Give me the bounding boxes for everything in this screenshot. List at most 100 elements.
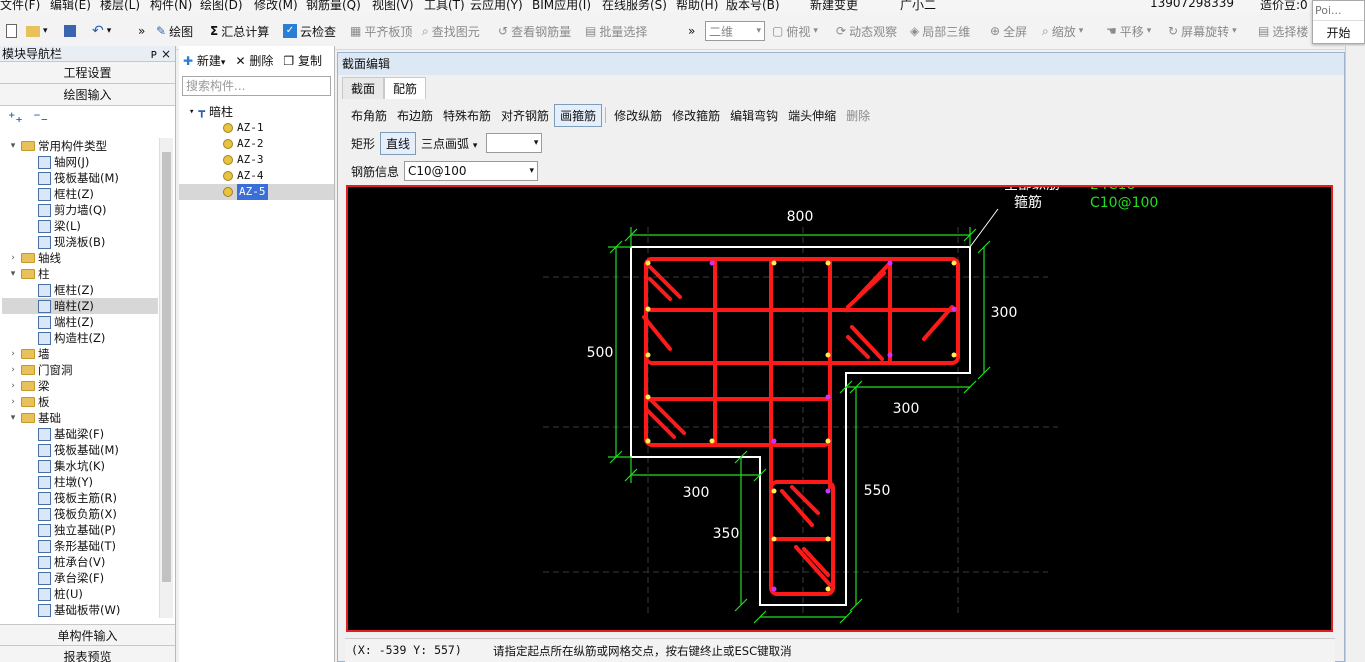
rebar-tool-button[interactable]: 对齐钢筋 <box>496 105 554 126</box>
rebar-tool-button[interactable]: 特殊布筋 <box>438 105 496 126</box>
menu-item-6[interactable]: 钢筋量(Q) <box>306 0 361 12</box>
rebar-tool-button[interactable]: 布角筋 <box>346 105 392 126</box>
rebar-tool-button[interactable]: 编辑弯钩 <box>725 105 783 126</box>
open-file-button[interactable]: ▾ <box>26 21 48 41</box>
project-settings-button[interactable]: 工程设置 <box>0 62 175 84</box>
tree-item[interactable]: › 板 <box>2 394 158 410</box>
expand-toggle-icon[interactable]: › <box>8 362 18 378</box>
toolbar-overflow-2[interactable]: » <box>688 21 695 41</box>
rebar-info-select[interactable]: C10@100 ▾ <box>404 161 539 181</box>
tree-item[interactable]: 剪力墙(Q) <box>2 202 158 218</box>
tree-item[interactable]: 基础板带(W) <box>2 602 158 618</box>
tree-item[interactable]: › 梁 <box>2 378 158 394</box>
menu-item-16[interactable]: 13907298339 <box>1150 0 1234 10</box>
menu-item-5[interactable]: 修改(M) <box>254 0 298 12</box>
menu-item-0[interactable]: 文件(F) <box>0 0 40 12</box>
zoom-button[interactable]: ⌕ 缩放 ▾ <box>1042 21 1083 41</box>
cloud-check-button[interactable]: ✓ 云检查 <box>283 21 336 41</box>
tree-item[interactable]: 框柱(Z) <box>2 186 158 202</box>
tree-item[interactable]: 筏板负筋(X) <box>2 506 158 522</box>
tree-item[interactable]: 筏板基础(M) <box>2 442 158 458</box>
tree-item[interactable]: 条形基础(T) <box>2 538 158 554</box>
tree-item[interactable]: › 门窗洞 <box>2 362 158 378</box>
component-root[interactable]: ▾ ┳ 暗柱 <box>179 104 334 120</box>
menu-item-9[interactable]: 云应用(Y) <box>470 0 523 12</box>
menu-item-2[interactable]: 楼层(L) <box>100 0 140 12</box>
tree-item[interactable]: 现浇板(B) <box>2 234 158 250</box>
collapse-all-icon[interactable]: ⁻₋ <box>33 110 48 126</box>
toolbar-overflow[interactable]: » <box>138 21 145 41</box>
sum-button[interactable]: Σ 汇总计算 <box>210 21 269 41</box>
tree-item[interactable]: 集水坑(K) <box>2 458 158 474</box>
arc-tool-button[interactable]: 三点画弧 ▾ <box>416 133 482 154</box>
flat-top-button[interactable]: ▦ 平齐板顶 <box>350 21 412 41</box>
tree-item[interactable]: › 墙 <box>2 346 158 362</box>
tree-item[interactable]: 暗柱(Z) <box>2 298 158 314</box>
tree-item[interactable]: ▾ 基础 <box>2 410 158 426</box>
close-icon[interactable]: × <box>161 46 171 62</box>
rotate-button[interactable]: ↻ 屏幕旋转 ▾ <box>1168 21 1237 41</box>
pin-icon[interactable]: ᴘ <box>151 46 157 62</box>
menu-item-8[interactable]: 工具(T) <box>424 0 465 12</box>
tree-item[interactable]: 梁(L) <box>2 218 158 234</box>
component-search-input[interactable]: 搜索构件... <box>182 76 331 96</box>
expand-toggle-icon[interactable]: › <box>8 346 18 362</box>
pan-button[interactable]: ☚ 平移 ▾ <box>1106 21 1151 41</box>
menu-item-15[interactable]: 广小二 <box>900 0 936 12</box>
fullscreen-button[interactable]: ⊕ 全屏 <box>990 21 1027 41</box>
menu-item-10[interactable]: BIM应用(I) <box>532 0 591 12</box>
tree-item[interactable]: 桩承台(V) <box>2 554 158 570</box>
component-item[interactable]: AZ-4 <box>179 168 334 184</box>
expand-toggle-icon[interactable]: › <box>8 250 18 266</box>
tree-item[interactable]: 轴网(J) <box>2 154 158 170</box>
tree-item[interactable]: 构造柱(Z) <box>2 330 158 346</box>
local-3d-button[interactable]: ◈ 局部三维 <box>910 21 970 41</box>
tree-item[interactable]: 筏板主筋(R) <box>2 490 158 506</box>
undo-button[interactable]: ↶ ▾ <box>92 21 111 41</box>
copy-component-button[interactable]: ❐ 复制 <box>283 52 322 70</box>
expand-toggle-icon[interactable]: ▾ <box>8 410 18 426</box>
component-item[interactable]: AZ-5 <box>179 184 334 200</box>
dynamic-view-button[interactable]: ⟳ 动态观察 <box>836 21 897 41</box>
module-tree-scrollbar[interactable] <box>159 138 173 618</box>
tree-item[interactable]: 承台梁(F) <box>2 570 158 586</box>
expand-toggle-icon[interactable]: › <box>8 394 18 410</box>
tree-item[interactable]: 桩(U) <box>2 586 158 602</box>
select-floor-button[interactable]: ▤ 选择楼 <box>1258 21 1308 41</box>
menu-item-4[interactable]: 绘图(D) <box>200 0 243 12</box>
menu-item-3[interactable]: 构件(N) <box>150 0 192 12</box>
draw-input-button[interactable]: 绘图输入 <box>0 84 175 106</box>
rebar-tool-button[interactable]: 修改箍筋 <box>667 105 725 126</box>
find-element-button[interactable]: ⌕ 查找图元 <box>422 21 480 41</box>
top-view-button[interactable]: ▢ 俯视 ▾ <box>772 21 818 41</box>
component-item[interactable]: AZ-1 <box>179 120 334 136</box>
delete-component-button[interactable]: ✕ 删除 <box>235 52 273 70</box>
rebar-tool-button[interactable]: 端头伸缩 <box>783 105 841 126</box>
scroll-thumb[interactable] <box>162 152 171 582</box>
new-file-button[interactable] <box>6 21 17 41</box>
menu-item-11[interactable]: 在线服务(S) <box>602 0 667 12</box>
menu-item-7[interactable]: 视图(V) <box>372 0 414 12</box>
rebar-tool-button[interactable]: 删除 <box>841 105 875 126</box>
tree-item[interactable]: 柱墩(Y) <box>2 474 158 490</box>
draw-button[interactable]: ✎ 绘图 <box>156 21 193 41</box>
tab-0[interactable]: 截面 <box>342 77 385 99</box>
single-component-input-button[interactable]: 单构件输入 <box>0 624 175 646</box>
view-mode-select[interactable]: 二维 ▾ <box>705 21 765 41</box>
menu-item-12[interactable]: 帮助(H) <box>676 0 718 12</box>
component-item[interactable]: AZ-2 <box>179 136 334 152</box>
new-component-button[interactable]: ✚ 新建▾ <box>183 52 225 70</box>
start-button[interactable]: 开始 <box>1313 20 1364 41</box>
tree-item[interactable]: ▾ 柱 <box>2 266 158 282</box>
tab-1[interactable]: 配筋 <box>384 77 427 99</box>
batch-select-button[interactable]: ▤ 批量选择 <box>585 21 647 41</box>
rect-tool-button[interactable]: 矩形 <box>346 133 380 154</box>
menu-item-14[interactable]: 新建变更 <box>810 0 858 12</box>
section-drawing-canvas[interactable]: 800 500 300 300 300 550 350 全部纵筋 24C18 箍筋 C10@100 <box>346 185 1333 632</box>
menu-item-1[interactable]: 编辑(E) <box>50 0 91 12</box>
expand-toggle-icon[interactable]: › <box>8 378 18 394</box>
rebar-tool-button[interactable]: 画箍筋 <box>554 103 603 127</box>
tree-item[interactable]: 基础梁(F) <box>2 426 158 442</box>
collapse-icon[interactable]: ▾ <box>189 104 194 120</box>
tree-item[interactable]: ▾ 常用构件类型 <box>2 138 158 154</box>
